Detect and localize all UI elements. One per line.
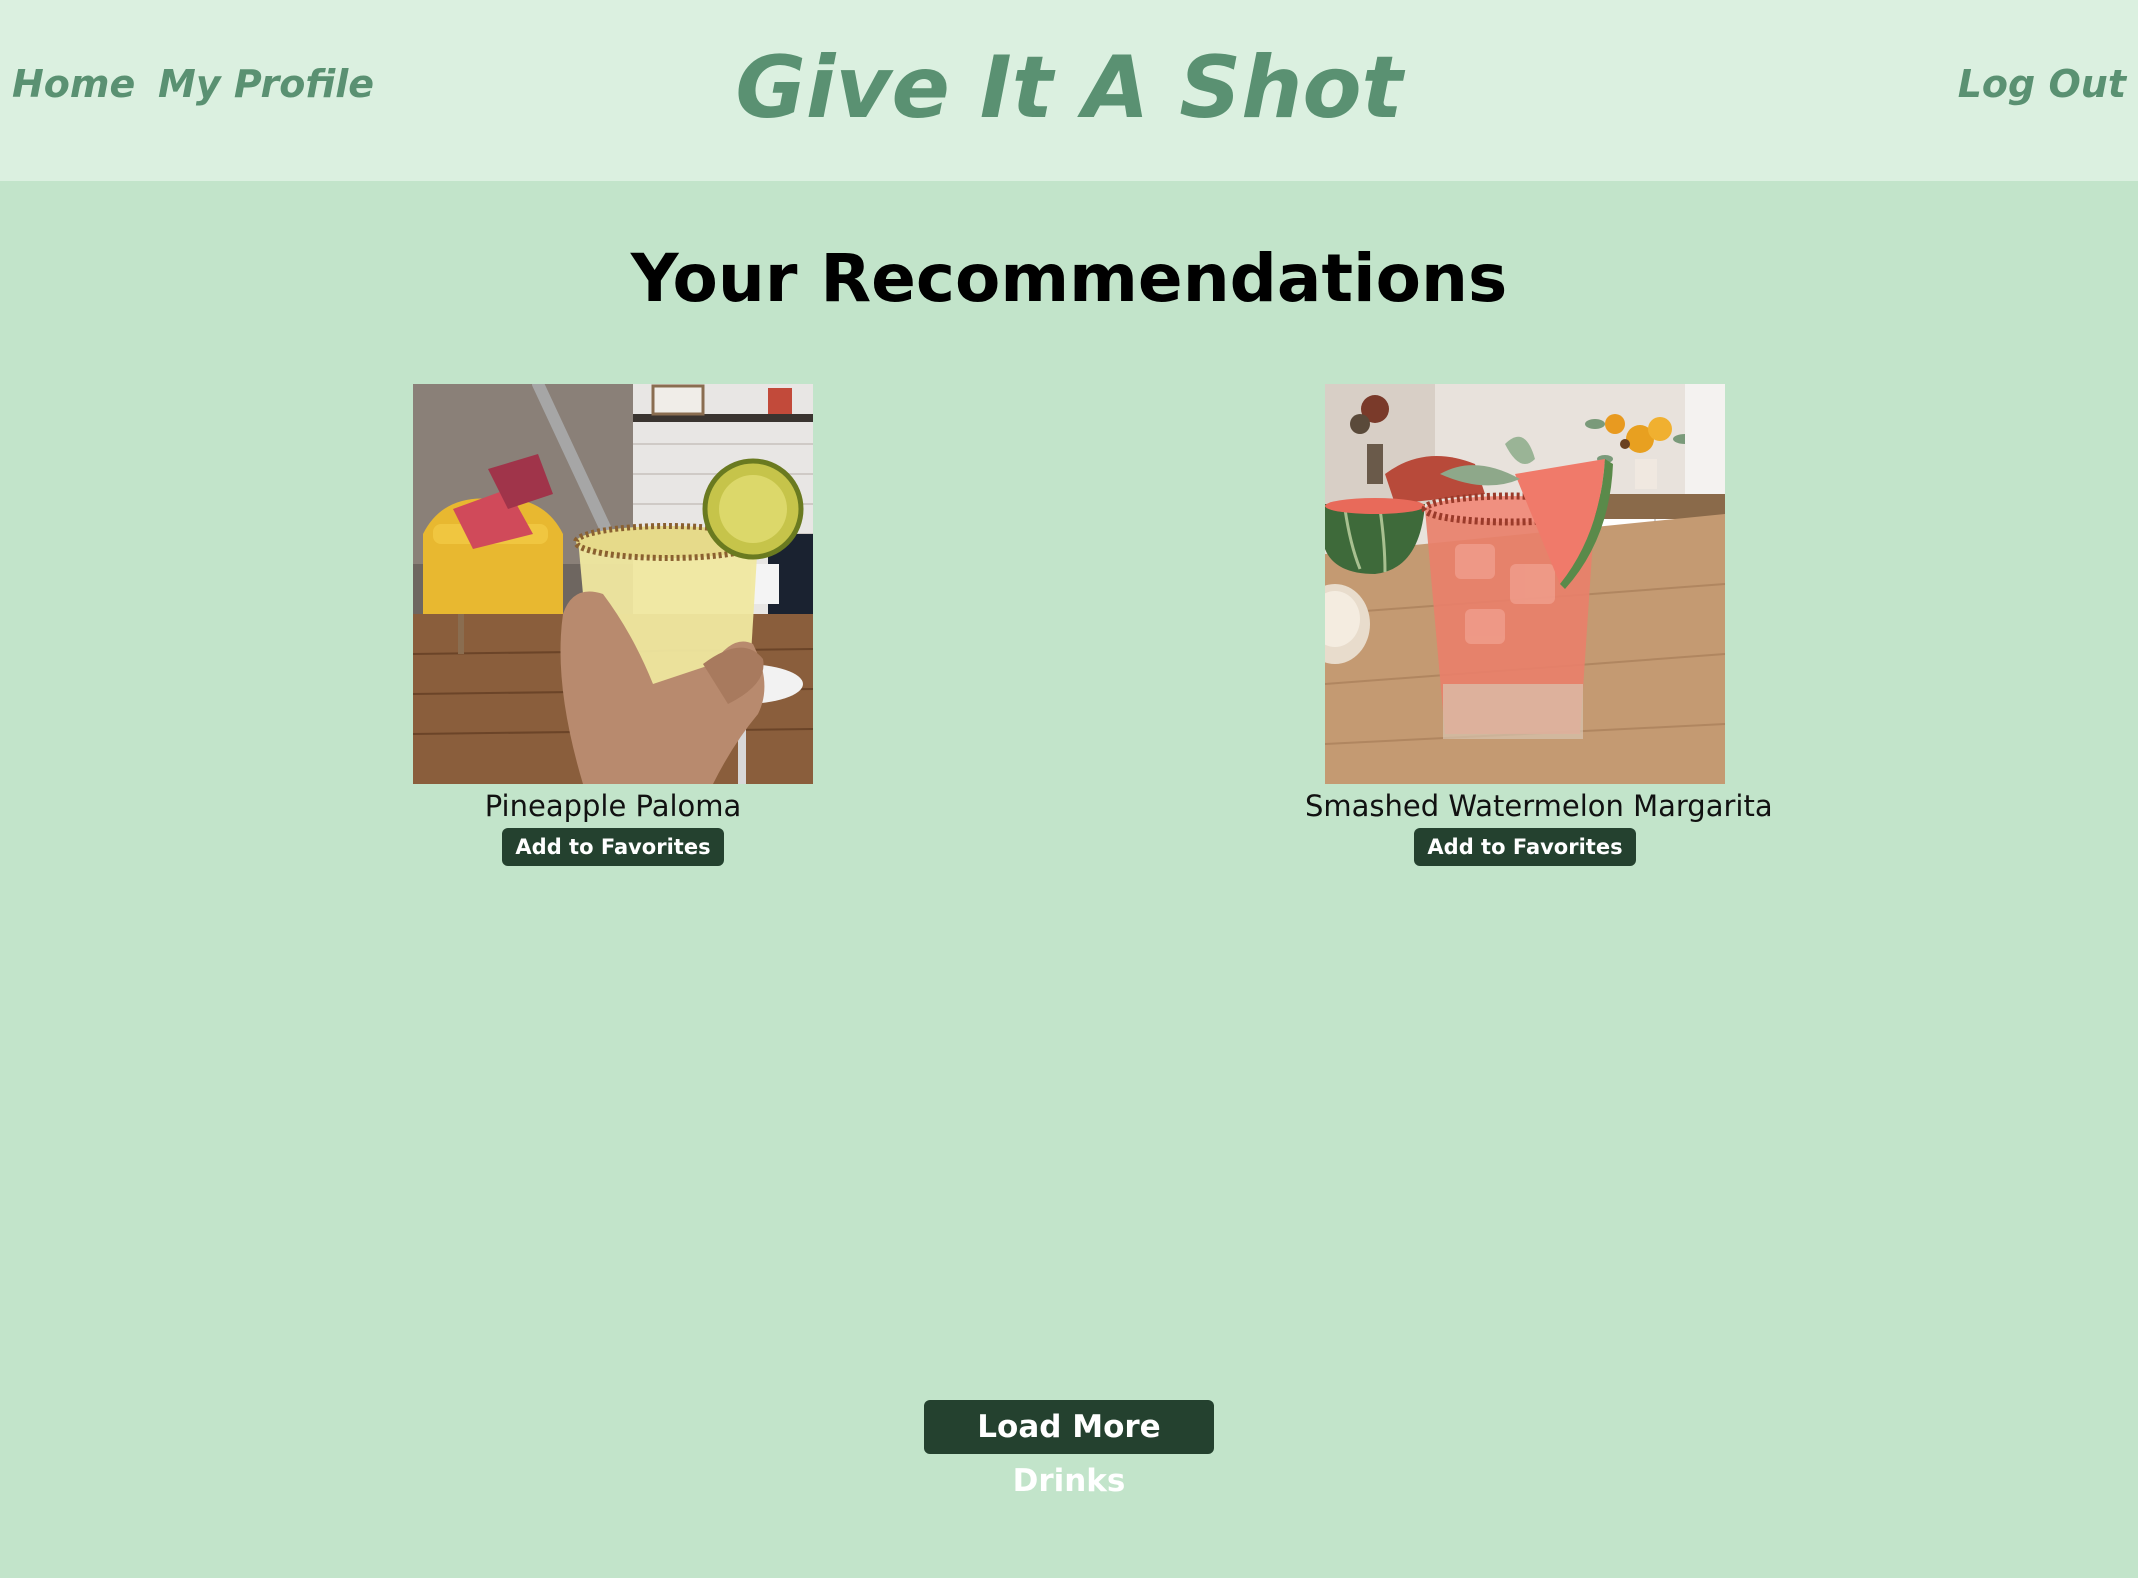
drink-name: Smashed Watermelon Margarita [1305,789,1773,823]
drink-photo-smashed-watermelon-margarita [1325,384,1725,784]
drink-photo-pineapple-paloma [413,384,813,784]
page-title: Your Recommendations [630,240,1508,317]
drink-card: Smashed Watermelon Margarita Add to Favo… [1305,384,1773,866]
drink-card: Pineapple Paloma Add to Favorites [393,384,833,866]
site-brand-title: Give It A Shot [735,38,1403,138]
add-to-favorites-button[interactable]: Add to Favorites [1414,828,1636,866]
drink-name: Pineapple Paloma [484,789,742,823]
nav-log-out-link[interactable]: Log Out [1958,62,2126,106]
add-to-favorites-button[interactable]: Add to Favorites [502,828,724,866]
load-more-drinks-button[interactable]: Load More Drinks [924,1400,1214,1499]
top-navbar: Home My Profile Give It A Shot Log Out [0,0,2138,181]
